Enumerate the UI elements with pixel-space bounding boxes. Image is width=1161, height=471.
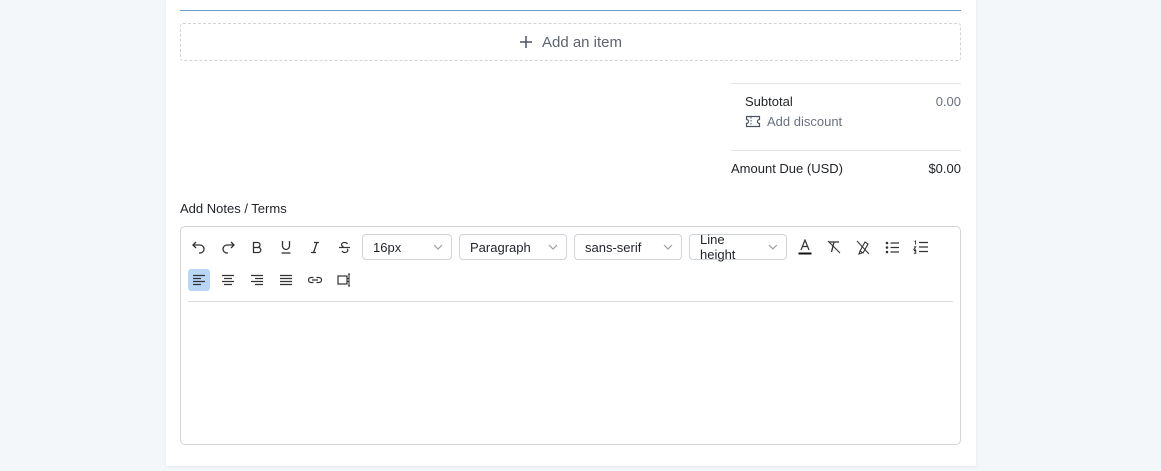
undo-icon [192, 241, 205, 254]
font-color-icon [798, 239, 812, 255]
bold-button[interactable] [246, 236, 268, 258]
font-size-value: 16px [373, 239, 402, 255]
media-button[interactable] [333, 269, 355, 291]
bullet-list-button[interactable] [881, 236, 903, 258]
link-icon [307, 276, 323, 284]
redo-button[interactable] [217, 236, 239, 258]
media-icon [336, 273, 350, 287]
add-item-label: Add an item [541, 33, 623, 51]
strikethrough-button[interactable] [333, 236, 355, 258]
plus-icon [519, 36, 532, 48]
add-item-button[interactable]: Add an item [180, 23, 961, 61]
chevron-down-icon [433, 244, 443, 250]
font-color-button[interactable] [794, 236, 816, 258]
strikethrough-icon [338, 241, 350, 253]
align-justify-button[interactable] [275, 269, 297, 291]
block-type-select[interactable]: Paragraph [459, 234, 567, 260]
chevron-down-icon [548, 244, 558, 250]
font-family-select[interactable]: sans-serif [574, 234, 682, 260]
numbered-list-button[interactable] [910, 236, 932, 258]
subtotal-value: 0.00 [935, 94, 961, 109]
notes-editor: 16px Paragraph sans-serif Line height [180, 226, 961, 445]
font-family-value: sans-serif [585, 239, 642, 255]
bullet-list-icon [885, 241, 899, 253]
subtotal-label: Subtotal [745, 94, 793, 109]
highlight-button[interactable] [852, 236, 874, 258]
clear-format-icon [827, 240, 841, 254]
highlight-icon [856, 240, 870, 255]
ticket-icon [745, 115, 761, 128]
add-discount-link[interactable]: Add discount [745, 114, 842, 129]
align-justify-icon [280, 274, 292, 286]
notes-label: Add Notes / Terms [180, 201, 287, 216]
align-center-button[interactable] [217, 269, 239, 291]
editor-toolbar-row-1: 16px Paragraph sans-serif Line height [188, 232, 939, 262]
align-left-button[interactable] [188, 269, 210, 291]
clear-format-button[interactable] [823, 236, 845, 258]
italic-button[interactable] [304, 236, 326, 258]
block-type-value: Paragraph [470, 239, 531, 255]
bold-icon [252, 241, 262, 253]
font-size-select[interactable]: 16px [362, 234, 452, 260]
amount-due-label: Amount Due (USD) [731, 161, 843, 176]
amount-due-value: $0.00 [928, 161, 961, 176]
chevron-down-icon [663, 244, 673, 250]
editor-toolbar-row-2 [188, 269, 362, 291]
items-divider [180, 10, 961, 11]
align-left-icon [193, 274, 205, 286]
line-height-select[interactable]: Line height [689, 232, 787, 262]
underline-icon [281, 241, 291, 254]
notes-content-area[interactable] [182, 303, 959, 443]
undo-button[interactable] [188, 236, 210, 258]
redo-icon [222, 241, 235, 254]
align-center-icon [222, 274, 234, 286]
totals-divider-top [731, 83, 961, 84]
add-discount-label: Add discount [767, 114, 843, 129]
italic-icon [311, 241, 319, 253]
link-button[interactable] [304, 269, 326, 291]
underline-button[interactable] [275, 236, 297, 258]
toolbar-divider [188, 301, 953, 302]
totals-divider-bottom [731, 150, 961, 151]
chevron-down-icon [768, 244, 778, 250]
align-right-button[interactable] [246, 269, 268, 291]
numbered-list-icon [913, 240, 928, 254]
line-height-value: Line height [700, 232, 736, 262]
align-right-icon [251, 274, 263, 286]
